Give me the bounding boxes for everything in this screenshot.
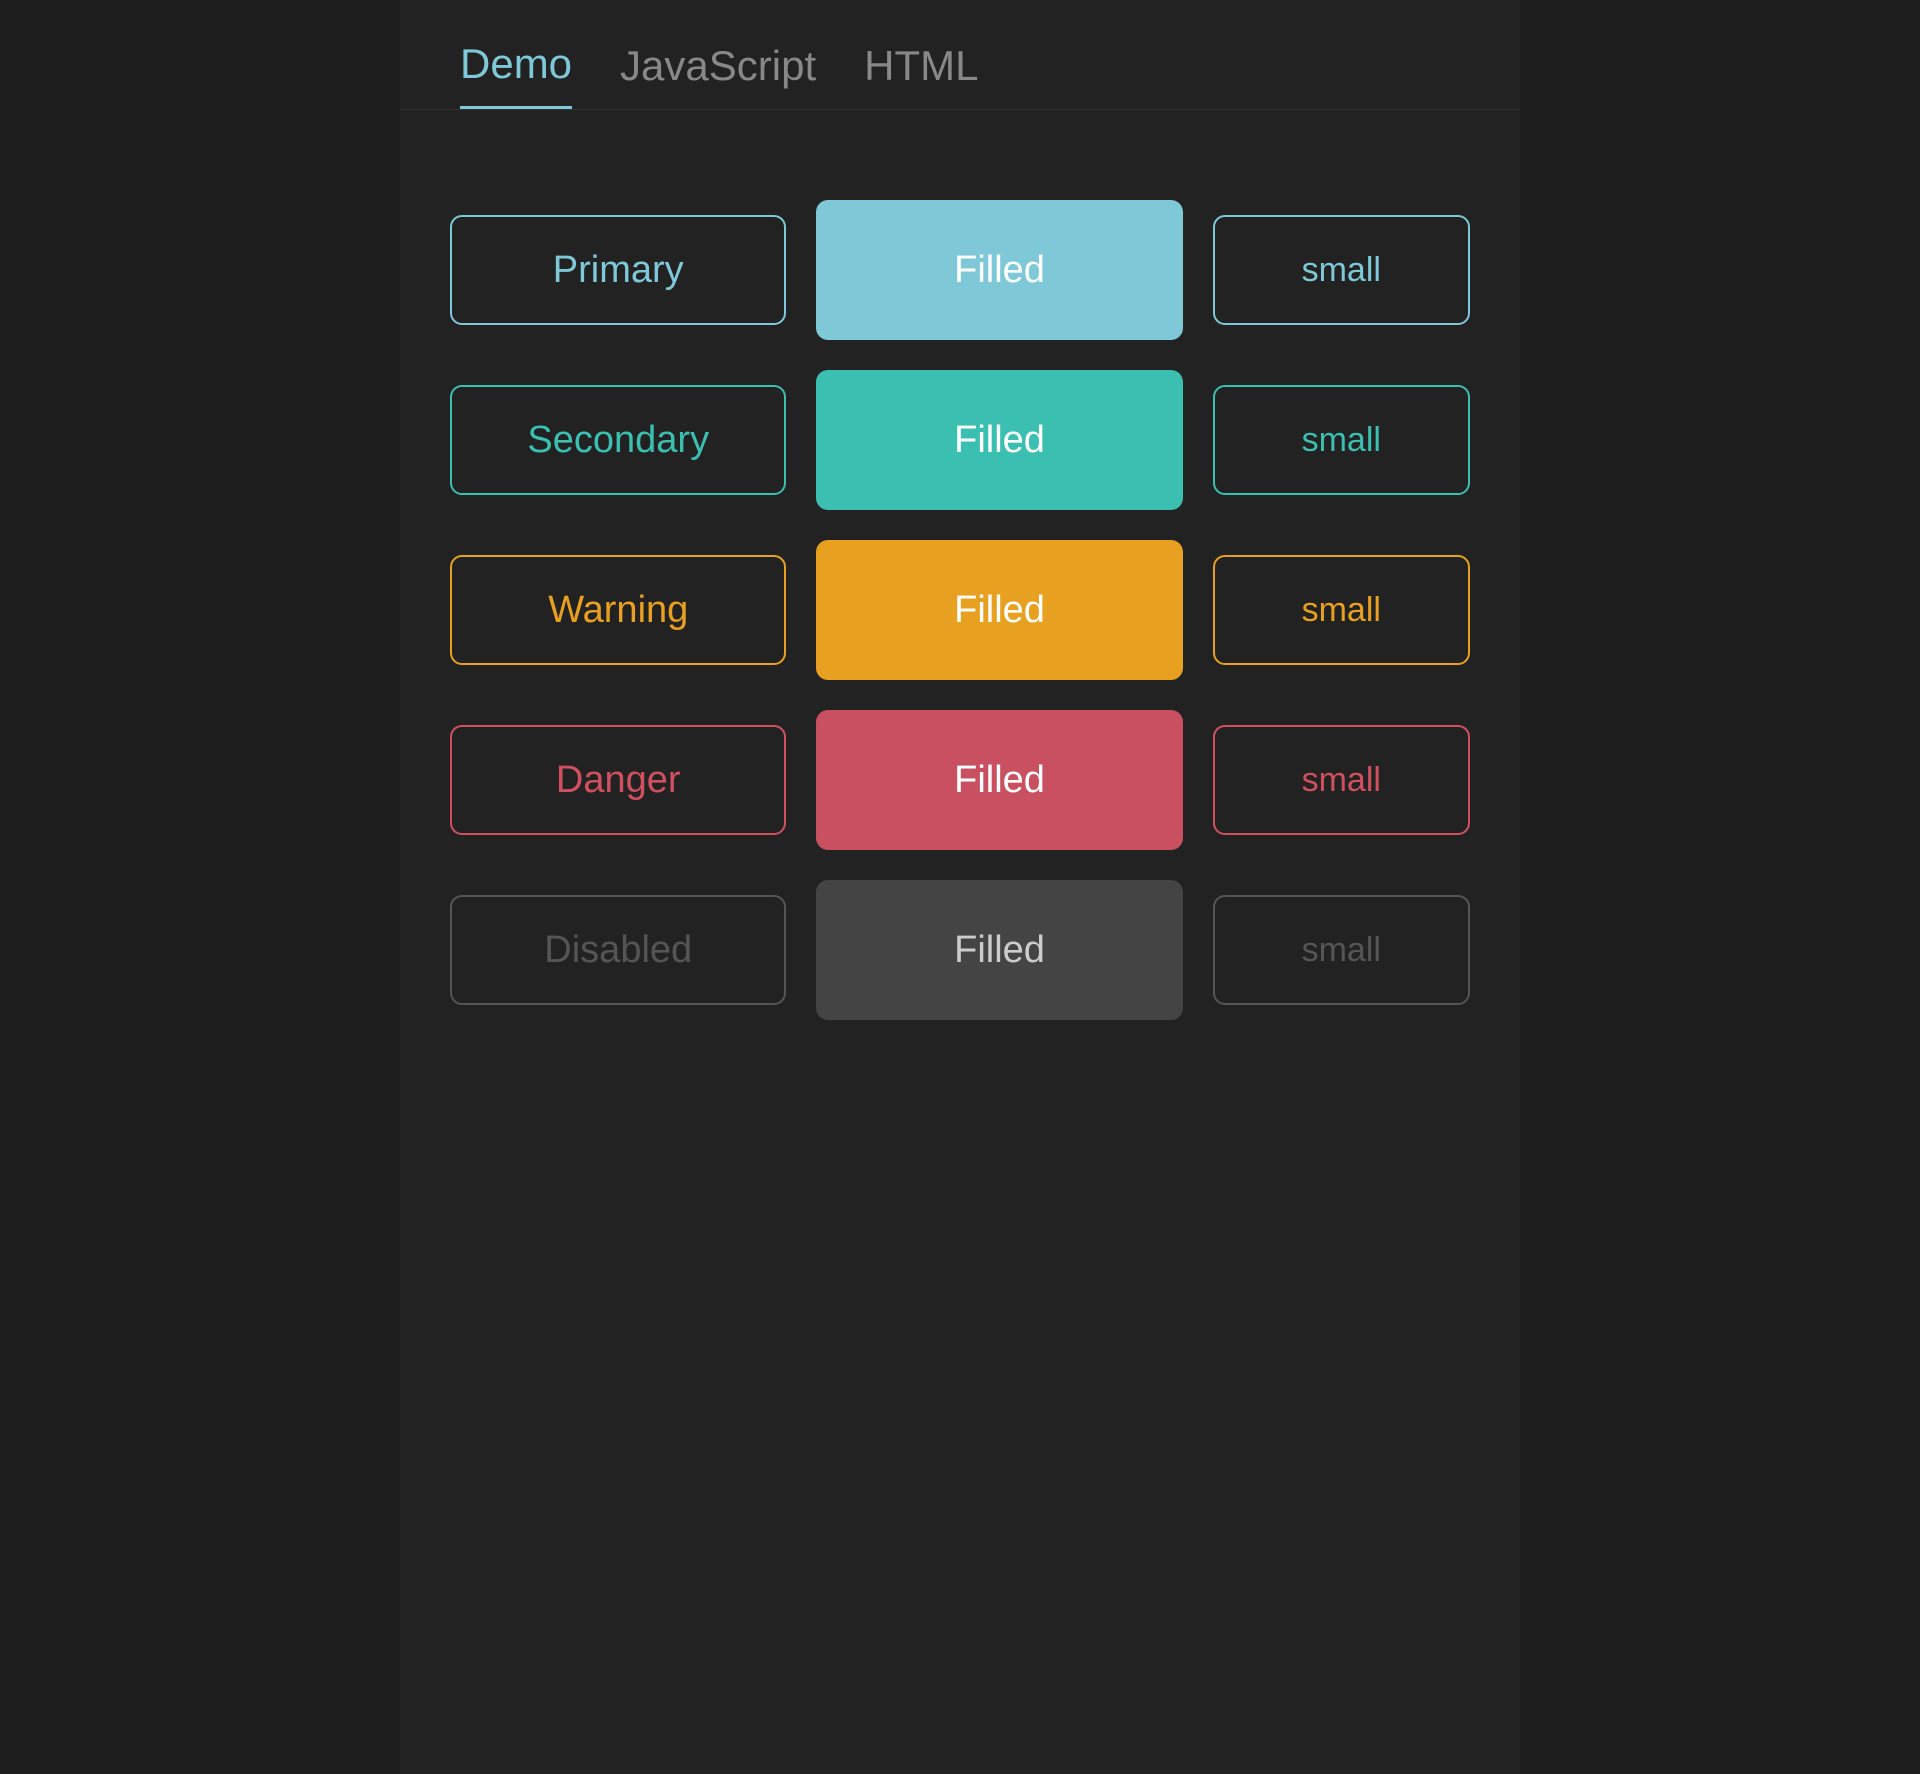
primary-filled-button[interactable]: Filled [816,200,1182,340]
secondary-row: Secondary Filled small [450,370,1470,510]
warning-small-button[interactable]: small [1213,555,1470,665]
app-container: Demo JavaScript HTML Primary Filled smal… [400,0,1520,1774]
danger-row: Danger Filled small [450,710,1470,850]
danger-filled-button[interactable]: Filled [816,710,1182,850]
warning-outline-button[interactable]: Warning [450,555,786,665]
warning-filled-button[interactable]: Filled [816,540,1182,680]
tab-html[interactable]: HTML [864,40,978,109]
primary-outline-button[interactable]: Primary [450,215,786,325]
danger-outline-button[interactable]: Danger [450,725,786,835]
disabled-small-button: small [1213,895,1470,1005]
secondary-small-button[interactable]: small [1213,385,1470,495]
tab-bar: Demo JavaScript HTML [400,0,1520,110]
danger-small-button[interactable]: small [1213,725,1470,835]
button-grid: Primary Filled small Secondary Filled sm… [400,170,1520,1050]
disabled-outline-button: Disabled [450,895,786,1005]
tab-demo[interactable]: Demo [460,40,572,109]
tab-javascript[interactable]: JavaScript [620,40,816,109]
primary-small-button[interactable]: small [1213,215,1470,325]
disabled-filled-button: Filled [816,880,1182,1020]
warning-row: Warning Filled small [450,540,1470,680]
secondary-filled-button[interactable]: Filled [816,370,1182,510]
disabled-row: Disabled Filled small [450,880,1470,1020]
primary-row: Primary Filled small [450,200,1470,340]
secondary-outline-button[interactable]: Secondary [450,385,786,495]
